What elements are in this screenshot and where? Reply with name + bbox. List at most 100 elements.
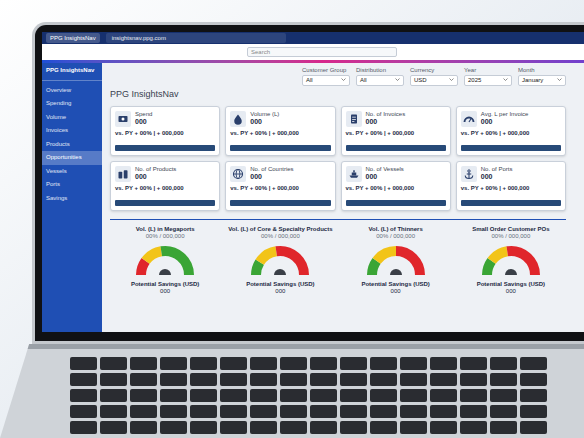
key[interactable] xyxy=(130,421,157,434)
key[interactable] xyxy=(490,373,517,386)
key[interactable] xyxy=(160,373,187,386)
key[interactable] xyxy=(430,357,457,370)
key[interactable] xyxy=(400,373,427,386)
key[interactable] xyxy=(220,389,247,402)
key[interactable] xyxy=(400,405,427,418)
key[interactable] xyxy=(400,389,427,402)
key[interactable] xyxy=(250,389,277,402)
key[interactable] xyxy=(400,421,427,434)
key[interactable] xyxy=(280,421,307,434)
key[interactable] xyxy=(370,405,397,418)
key[interactable] xyxy=(430,373,457,386)
key[interactable] xyxy=(310,357,337,370)
key[interactable] xyxy=(340,357,367,370)
key[interactable] xyxy=(340,421,367,434)
key[interactable] xyxy=(310,389,337,402)
key[interactable] xyxy=(190,389,217,402)
key[interactable] xyxy=(370,373,397,386)
kpi-card[interactable]: Volume (L)000vs. PY + 00% | + 000,000 xyxy=(225,106,335,156)
kpi-card[interactable]: No. of Countries000vs. PY + 00% | + 000,… xyxy=(225,161,335,211)
key[interactable] xyxy=(100,421,127,434)
key[interactable] xyxy=(100,389,127,402)
key[interactable] xyxy=(370,389,397,402)
key[interactable] xyxy=(70,389,97,402)
sidebar-item[interactable]: Overview xyxy=(42,84,102,98)
key[interactable] xyxy=(280,373,307,386)
key[interactable] xyxy=(100,405,127,418)
key[interactable] xyxy=(370,357,397,370)
kpi-card[interactable]: No. of Products000vs. PY + 00% | + 000,0… xyxy=(110,161,220,211)
browser-tab[interactable]: PPG InsightsNav xyxy=(46,33,100,43)
kpi-card[interactable]: No. of Vessels000vs. PY + 00% | + 000,00… xyxy=(341,161,451,211)
key[interactable] xyxy=(490,421,517,434)
sidebar-item[interactable]: Invoices xyxy=(42,124,102,138)
key[interactable] xyxy=(490,357,517,370)
key[interactable] xyxy=(100,357,127,370)
key[interactable] xyxy=(520,405,547,418)
key[interactable] xyxy=(70,421,97,434)
key[interactable] xyxy=(70,405,97,418)
key[interactable] xyxy=(340,405,367,418)
key[interactable] xyxy=(190,357,217,370)
key[interactable] xyxy=(520,357,547,370)
key[interactable] xyxy=(370,421,397,434)
key[interactable] xyxy=(250,421,277,434)
key[interactable] xyxy=(430,405,457,418)
key[interactable] xyxy=(190,405,217,418)
kpi-card[interactable]: No. of Ports000vs. PY + 00% | + 000,000 xyxy=(456,161,566,211)
key[interactable] xyxy=(520,373,547,386)
key[interactable] xyxy=(130,357,157,370)
key[interactable] xyxy=(250,373,277,386)
key[interactable] xyxy=(220,373,247,386)
key[interactable] xyxy=(400,357,427,370)
sidebar-item[interactable]: Volume xyxy=(42,111,102,125)
key[interactable] xyxy=(100,373,127,386)
sidebar-item[interactable]: Vessels xyxy=(42,165,102,179)
key[interactable] xyxy=(130,389,157,402)
address-bar[interactable]: insightsnav.ppg.com xyxy=(106,33,286,43)
filter-dropdown[interactable]: January xyxy=(518,75,566,87)
key[interactable] xyxy=(220,405,247,418)
sidebar-item[interactable]: Products xyxy=(42,138,102,152)
key[interactable] xyxy=(280,357,307,370)
filter-dropdown[interactable]: All xyxy=(302,75,350,87)
sidebar-item[interactable]: Spending xyxy=(42,97,102,111)
search-field[interactable] xyxy=(247,47,397,57)
key[interactable] xyxy=(160,389,187,402)
key[interactable] xyxy=(280,405,307,418)
filter-dropdown[interactable]: USD xyxy=(410,75,458,87)
kpi-card[interactable]: No. of Invoices000vs. PY + 00% | + 000,0… xyxy=(341,106,451,156)
key[interactable] xyxy=(490,405,517,418)
key[interactable] xyxy=(460,389,487,402)
key[interactable] xyxy=(310,405,337,418)
sidebar-item[interactable]: Ports xyxy=(42,178,102,192)
filter-dropdown[interactable]: 2025 xyxy=(464,75,512,87)
key[interactable] xyxy=(460,421,487,434)
key[interactable] xyxy=(310,373,337,386)
key[interactable] xyxy=(70,357,97,370)
key[interactable] xyxy=(310,421,337,434)
key[interactable] xyxy=(340,373,367,386)
kpi-card[interactable]: Avg. L per Invoice000vs. PY + 00% | + 00… xyxy=(456,106,566,156)
filter-dropdown[interactable]: All xyxy=(356,75,404,87)
key[interactable] xyxy=(520,421,547,434)
key[interactable] xyxy=(460,373,487,386)
key[interactable] xyxy=(130,373,157,386)
key[interactable] xyxy=(490,389,517,402)
sidebar-item[interactable]: Savings xyxy=(42,192,102,206)
key[interactable] xyxy=(160,405,187,418)
key[interactable] xyxy=(250,405,277,418)
key[interactable] xyxy=(340,389,367,402)
key[interactable] xyxy=(220,421,247,434)
key[interactable] xyxy=(160,357,187,370)
key[interactable] xyxy=(460,405,487,418)
key[interactable] xyxy=(190,373,217,386)
key[interactable] xyxy=(70,373,97,386)
key[interactable] xyxy=(160,421,187,434)
key[interactable] xyxy=(520,389,547,402)
key[interactable] xyxy=(130,405,157,418)
key[interactable] xyxy=(280,389,307,402)
key[interactable] xyxy=(460,357,487,370)
key[interactable] xyxy=(430,389,457,402)
key[interactable] xyxy=(220,357,247,370)
